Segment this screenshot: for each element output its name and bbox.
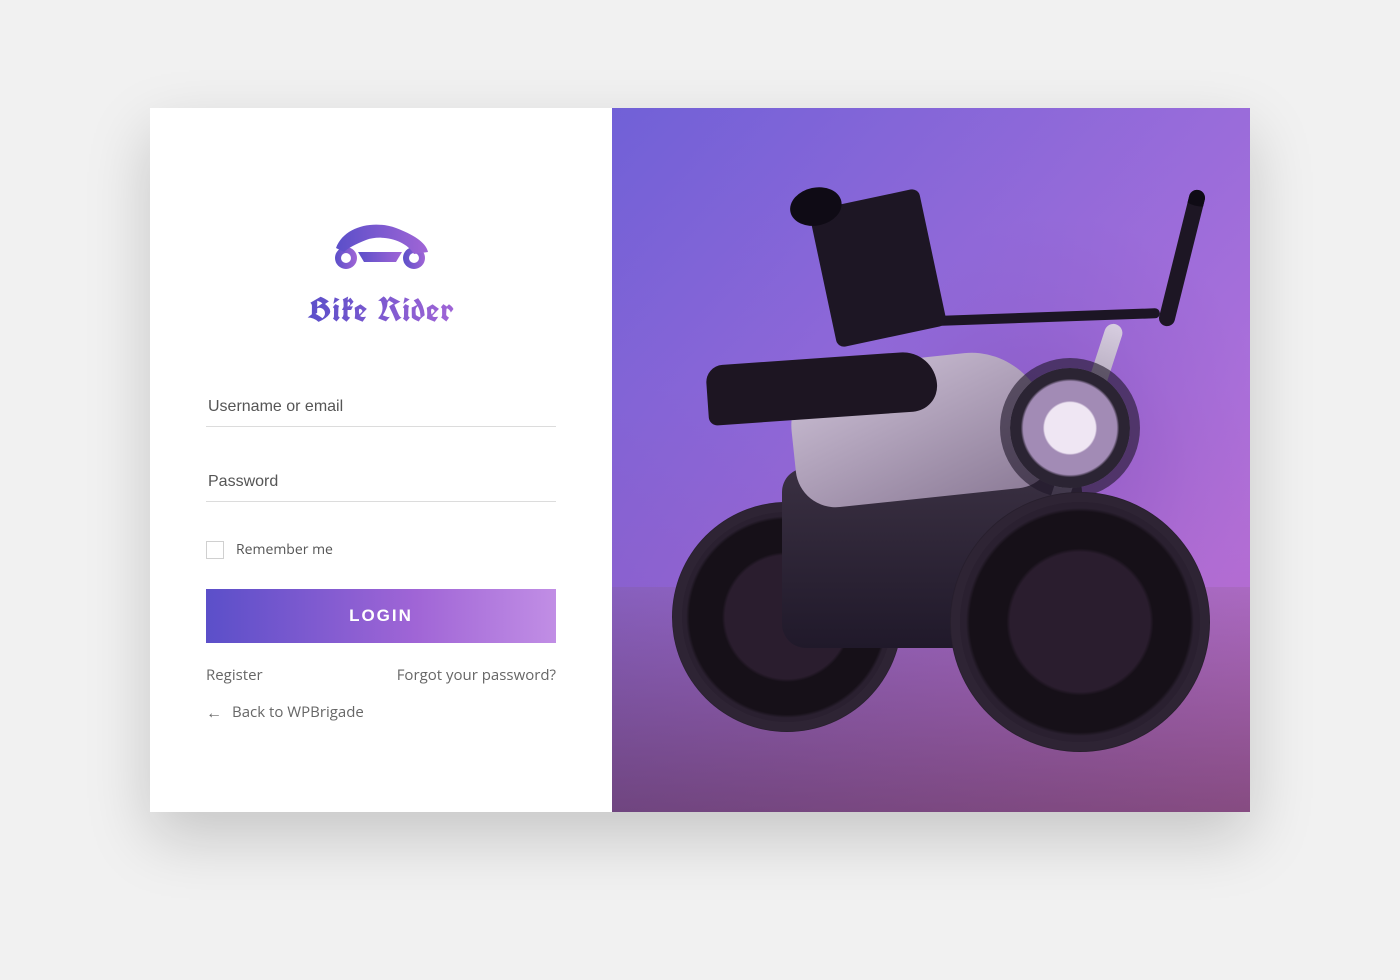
login-card: Bike Rider Remember me LOGIN Register Fo… — [150, 108, 1250, 812]
forgot-password-link[interactable]: Forgot your password? — [397, 665, 556, 685]
arrow-left-icon: ← — [206, 701, 222, 723]
username-input[interactable] — [206, 388, 556, 427]
secondary-links: Register Forgot your password? — [206, 665, 556, 685]
brand-block: Bike Rider — [206, 218, 556, 332]
username-field-wrap — [206, 388, 556, 427]
password-input[interactable] — [206, 463, 556, 502]
register-link[interactable]: Register — [206, 665, 263, 685]
login-button[interactable]: LOGIN — [206, 589, 556, 643]
login-panel: Bike Rider Remember me LOGIN Register Fo… — [150, 108, 612, 812]
remember-me-checkbox[interactable] — [206, 541, 224, 559]
motorcycle-icon — [326, 218, 436, 270]
back-to-site-link[interactable]: ← Back to WPBrigade — [206, 701, 556, 723]
hero-image-panel — [612, 108, 1250, 812]
password-field-wrap — [206, 463, 556, 502]
motorcycle-photo-illustration — [612, 108, 1250, 812]
remember-me-label[interactable]: Remember me — [236, 540, 333, 559]
remember-me-row: Remember me — [206, 540, 556, 559]
back-to-site-label: Back to WPBrigade — [232, 702, 364, 722]
brand-name: Bike Rider — [307, 288, 455, 332]
